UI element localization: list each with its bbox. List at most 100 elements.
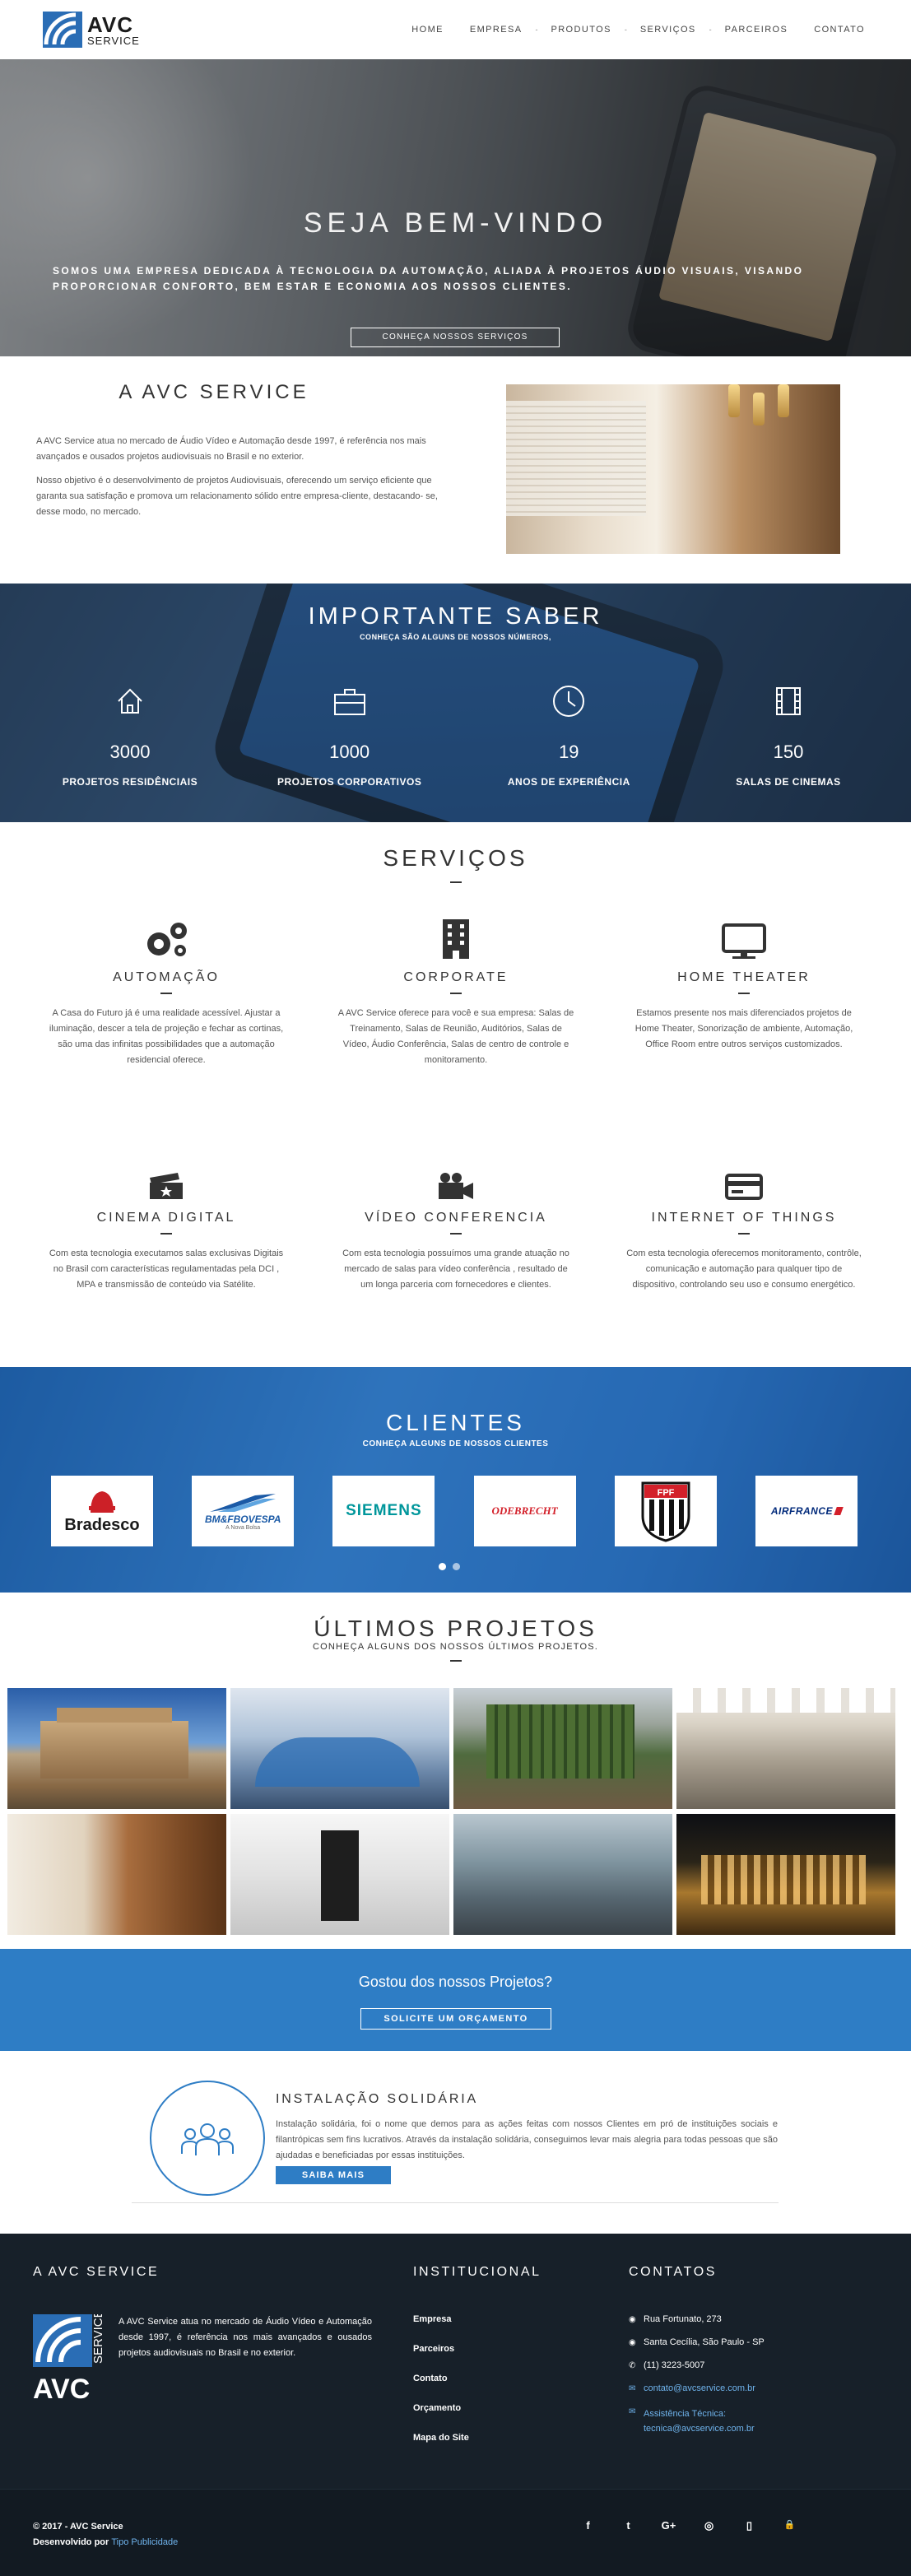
footer-logo: SERVICE AVC	[33, 2309, 110, 2405]
house-icon	[48, 681, 212, 722]
site-header: AVC SERVICE HOME EMPRESA - PRODUTOS - SE…	[0, 0, 911, 59]
solidaria-text: Instalação solidária, foi o nome que dem…	[276, 2119, 778, 2160]
hero-banner: SEJA BEM-VINDO SOMOS UMA EMPRESA DEDICAD…	[0, 59, 911, 356]
service-title: HOME THEATER	[677, 970, 811, 984]
facebook-icon[interactable]: f	[568, 2519, 608, 2532]
contact-text: (11) 3223-5007	[644, 2360, 705, 2370]
google-plus-icon[interactable]: G+	[648, 2519, 689, 2532]
service-automacao: AUTOMAÇÃO A Casa do Futuro já é uma real…	[43, 914, 290, 1068]
nav-servicos[interactable]: SERVIÇOS	[627, 25, 709, 35]
client-tagline: A Nova Bolsa	[225, 1524, 261, 1531]
dev-link[interactable]: Tipo Publicidade	[111, 2537, 178, 2547]
footer-about-text: A AVC Service atua no mercado de Áudio V…	[119, 2317, 372, 2358]
carousel-dot-1[interactable]	[439, 1563, 446, 1570]
footer: A AVC SERVICE SERVICE AVC A AVC Service …	[0, 2234, 911, 2489]
service-text: Estamos presente nos mais diferenciados …	[634, 1008, 853, 1049]
contact-city: ◉ Santa Cecília, São Paulo - SP	[629, 2337, 765, 2360]
lock-icon[interactable]: 🔒	[769, 2519, 810, 2532]
contact-address: ◉ Rua Fortunato, 273	[629, 2314, 765, 2337]
numbers-subtitle: CONHEÇA SÃO ALGUNS DE NOSSOS NÚMEROS,	[360, 633, 551, 641]
clients-carousel: Bradesco BM&FBOVESPA A Nova Bolsa SIEMEN…	[51, 1476, 858, 1546]
service-text: A AVC Service oferece para você e sua em…	[337, 1008, 574, 1065]
stat-residential: 3000 PROJETOS RESIDÊNCIAIS	[48, 681, 212, 788]
contact-text: tecnica@avcservice.com.br	[644, 2424, 755, 2434]
social-links: f t G+ ◎ ▯ 🔒	[568, 2519, 810, 2532]
service-title: INTERNET OF THINGS	[651, 1211, 837, 1225]
about-paragraph-2: Nosso objetivo é o desenvolvimento de pr…	[36, 476, 438, 517]
about-section: A AVC SERVICE A AVC Service atua no merc…	[0, 356, 911, 584]
request-quote-button[interactable]: SOLICITE UM ORÇAMENTO	[360, 2008, 551, 2030]
client-logo-bmfbovespa[interactable]: BM&FBOVESPA A Nova Bolsa	[192, 1476, 295, 1546]
footer-link-parceiros[interactable]: Parceiros	[413, 2344, 469, 2374]
contact-support[interactable]: ✉ Assistência Técnica: tecnica@avcservice.…	[629, 2406, 765, 2436]
saiba-mais-button[interactable]: SAIBA MAIS	[276, 2166, 391, 2184]
footer-link-empresa[interactable]: Empresa	[413, 2314, 469, 2344]
projects-title: ÚLTIMOS PROJETOS	[314, 1616, 597, 1641]
numbers-section: IMPORTANTE SABER CONHEÇA SÃO ALGUNS DE N…	[0, 584, 911, 822]
projects-section: ÚLTIMOS PROJETOS CONHEÇA ALGUNS DOS NOSS…	[0, 1593, 911, 1949]
services-title: SERVIÇOS	[383, 845, 528, 871]
stat-value: 3000	[109, 742, 151, 762]
contact-email[interactable]: ✉ contato@avcservice.com.br	[629, 2383, 765, 2406]
client-logo-siemens[interactable]: SIEMENS	[332, 1476, 435, 1546]
stat-value: 19	[559, 742, 579, 762]
client-logo-fpf[interactable]: FPF	[614, 1476, 717, 1546]
instagram-icon[interactable]: ◎	[689, 2519, 729, 2532]
logo[interactable]: AVC SERVICE	[43, 12, 140, 48]
project-photo-glass-hall[interactable]	[453, 1814, 672, 1935]
footer-link-orcamento[interactable]: Orçamento	[413, 2403, 469, 2433]
projects-subtitle: CONHEÇA ALGUNS DOS NOSSOS ÚLTIMOS PROJET…	[312, 1642, 599, 1652]
client-name: SIEMENS	[346, 1502, 422, 1519]
footer-link-mapa[interactable]: Mapa do Site	[413, 2433, 469, 2462]
carousel-dot-2[interactable]	[453, 1563, 460, 1570]
project-photo-wood-room[interactable]	[7, 1814, 226, 1935]
contact-text: Assistência Técnica:	[644, 2409, 727, 2419]
main-nav: HOME EMPRESA - PRODUTOS - SERVIÇOS - PAR…	[398, 25, 878, 35]
client-logo-airfrance[interactable]: AIRFRANCE	[755, 1476, 858, 1546]
client-logo-odebrecht[interactable]: ODEBRECHT	[473, 1476, 576, 1546]
film-icon	[706, 681, 871, 722]
mobile-icon[interactable]: ▯	[729, 2519, 769, 2532]
nav-produtos[interactable]: PRODUTOS	[537, 25, 624, 35]
quote-cta: Gostou dos nossos Projetos? SOLICITE UM …	[0, 1949, 911, 2051]
nav-contato[interactable]: CONTATO	[801, 25, 878, 35]
logo-main-text: AVC	[87, 12, 133, 37]
contact-text: Rua Fortunato, 273	[644, 2314, 722, 2324]
project-photo-lobby[interactable]	[230, 1814, 449, 1935]
client-logo-bradesco[interactable]: Bradesco	[51, 1476, 153, 1546]
client-name: BM&FBOVESPA	[204, 1513, 281, 1525]
footer-link-contato[interactable]: Contato	[413, 2374, 469, 2403]
footer-logo-sub: SERVICE	[91, 2314, 105, 2364]
title-divider	[450, 881, 462, 883]
monitor-icon	[621, 914, 867, 960]
service-title: VÍDEO CONFERENCIA	[365, 1211, 547, 1225]
project-photo-office[interactable]	[676, 1688, 895, 1809]
stat-value: 150	[773, 742, 804, 762]
twitter-icon[interactable]: t	[608, 2519, 648, 2532]
carousel-dots	[439, 1563, 460, 1570]
project-photo-green-building[interactable]	[453, 1688, 672, 1809]
nav-home[interactable]: HOME	[398, 25, 457, 35]
solidaria-section: INSTALAÇÃO SOLIDÁRIA Instalação solidári…	[0, 2051, 911, 2234]
hero-title: SEJA BEM-VINDO	[303, 207, 608, 239]
video-camera-icon	[332, 1155, 579, 1201]
service-text: Com esta tecnologia oferecemos monitoram…	[626, 1248, 862, 1290]
project-photo-showroom[interactable]	[230, 1688, 449, 1809]
service-title: CINEMA DIGITAL	[96, 1211, 236, 1225]
footer-links: Empresa Parceiros Contato Orçamento Mapa…	[413, 2314, 469, 2462]
divider	[132, 2202, 779, 2203]
copyright: © 2017 - AVC Service	[33, 2522, 123, 2532]
dev-label: Desenvolvido por	[33, 2537, 109, 2547]
footer-logo-main: AVC	[33, 2374, 90, 2403]
contact-text: Santa Cecília, São Paulo - SP	[644, 2337, 765, 2347]
nav-parceiros[interactable]: PARCEIROS	[712, 25, 802, 35]
stat-value: 1000	[329, 742, 370, 762]
nav-empresa[interactable]: EMPRESA	[457, 25, 536, 35]
footer-contatos-title: CONTATOS	[629, 2265, 718, 2279]
stat-corporate: 1000 PROJETOS CORPORATIVOS	[267, 681, 432, 788]
project-photo-night-building[interactable]	[676, 1814, 895, 1935]
map-marker-icon: ◉	[629, 2338, 636, 2347]
project-photo-temple[interactable]	[7, 1688, 226, 1809]
footer-about-title: A AVC SERVICE	[33, 2265, 160, 2279]
hero-services-button[interactable]: CONHEÇA NOSSOS SERVIÇOS	[351, 328, 560, 347]
